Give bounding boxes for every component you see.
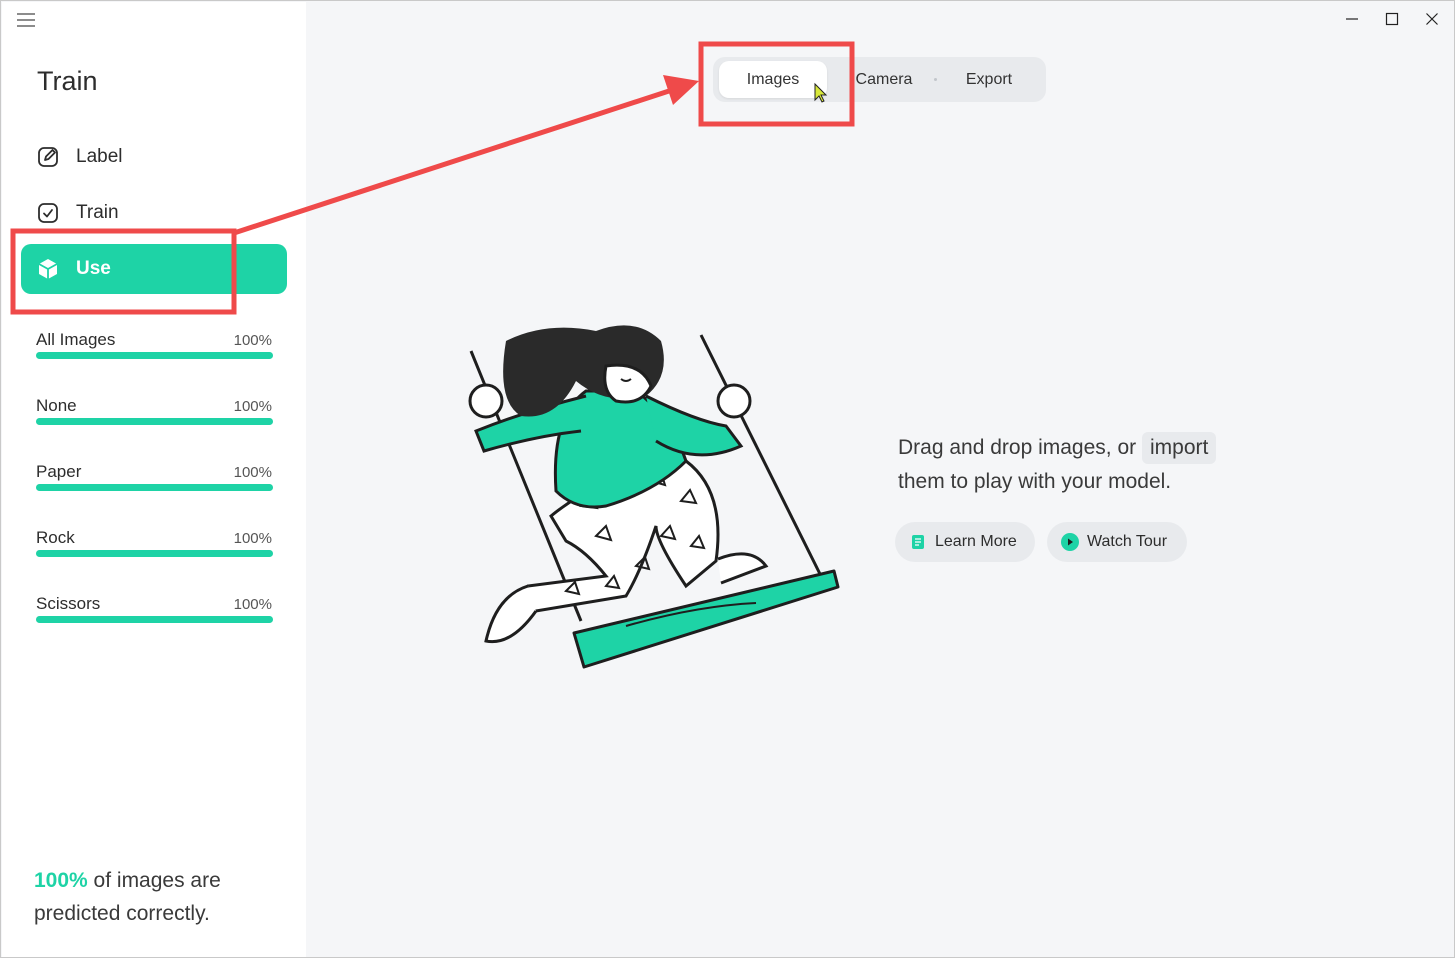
checkbox-icon <box>36 201 60 225</box>
class-row[interactable]: Scissors 100% <box>36 594 274 624</box>
annotation-arrow-head <box>663 75 699 105</box>
nav-item-train[interactable]: Train <box>21 188 287 238</box>
nav-item-use[interactable]: Use <box>21 244 287 294</box>
maximize-icon[interactable] <box>1381 8 1403 30</box>
close-icon[interactable] <box>1421 8 1443 30</box>
empty-state-line1: Drag and drop images, or <box>898 436 1137 459</box>
class-percent: 100% <box>233 332 272 349</box>
class-percent: 100% <box>233 464 272 481</box>
nav-item-label[interactable]: Label <box>21 132 287 182</box>
app-window: Train Label Train Use All Images 100% No… <box>0 0 1455 958</box>
swing-illustration <box>468 325 840 669</box>
cube-icon <box>36 257 60 281</box>
class-row[interactable]: None 100% <box>36 396 274 426</box>
tab-separator-dot <box>934 78 937 81</box>
class-row[interactable]: Rock 100% <box>36 528 274 558</box>
class-percent: 100% <box>233 530 272 547</box>
nav-label: Use <box>76 258 111 279</box>
accuracy-bar <box>36 484 273 491</box>
learn-more-label: Learn More <box>935 533 1017 550</box>
accuracy-bar-fill <box>36 418 273 425</box>
summary-percent: 100% <box>34 869 88 892</box>
empty-state-line2: them to play with your model. <box>898 470 1172 493</box>
accuracy-bar-fill <box>36 550 273 557</box>
hamburger-menu-icon[interactable] <box>17 13 35 27</box>
empty-state-message: Drag and drop images, or import them to … <box>898 431 1258 499</box>
summary-text: of images are <box>87 869 221 892</box>
watch-tour-label: Watch Tour <box>1087 533 1168 550</box>
class-percent: 100% <box>233 596 272 613</box>
class-row[interactable]: Paper 100% <box>36 462 274 492</box>
accuracy-summary: 100% of images are predicted correctly. <box>34 864 294 930</box>
edit-icon <box>36 145 60 169</box>
class-name: Rock <box>36 528 75 547</box>
accuracy-bar-fill <box>36 352 273 359</box>
learn-more-button[interactable]: Learn More <box>895 522 1035 562</box>
class-name: Scissors <box>36 594 101 613</box>
import-link[interactable]: import <box>1141 432 1217 464</box>
class-name: All Images <box>36 330 116 349</box>
summary-text-2: predicted correctly. <box>34 902 210 925</box>
accuracy-bar-fill <box>36 616 273 623</box>
sidebar-title: Train <box>37 66 98 96</box>
tab-images[interactable]: Images <box>719 61 827 98</box>
accuracy-bar <box>36 418 273 425</box>
watch-tour-button[interactable]: Watch Tour <box>1047 522 1187 562</box>
class-percent: 100% <box>233 398 272 415</box>
view-tab-bar: Images Camera Export <box>713 57 1046 102</box>
play-icon <box>1061 533 1079 551</box>
class-name: Paper <box>36 462 82 481</box>
nav-label: Train <box>76 202 119 223</box>
document-icon <box>909 533 927 551</box>
accuracy-bar <box>36 352 273 359</box>
tab-camera[interactable]: Camera <box>843 61 925 98</box>
nav-label: Label <box>76 146 123 167</box>
tab-export[interactable]: Export <box>951 61 1027 98</box>
class-name: None <box>36 396 77 415</box>
accuracy-bar <box>36 616 273 623</box>
class-row[interactable]: All Images 100% <box>36 330 274 360</box>
sidebar: Train Label Train Use All Images 100% No… <box>2 2 306 957</box>
minimize-icon[interactable] <box>1341 8 1363 30</box>
accuracy-bar-fill <box>36 484 273 491</box>
accuracy-bar <box>36 550 273 557</box>
